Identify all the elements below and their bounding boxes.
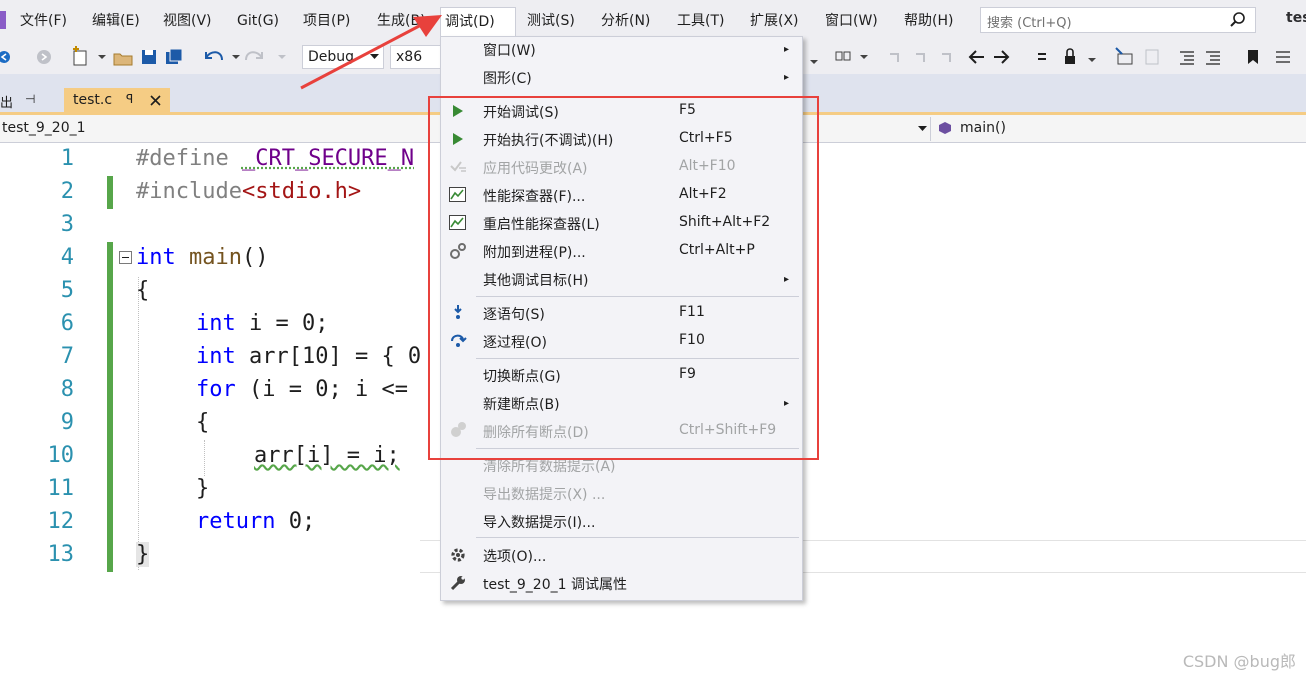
line-number: 8 xyxy=(30,377,74,402)
method-cube-icon xyxy=(938,121,952,135)
code-line-5: { xyxy=(136,278,149,303)
code-line-7: int arr[10] = { 0 xyxy=(196,344,421,369)
line-number: 5 xyxy=(30,278,74,303)
menu-item-import-datatips[interactable]: 导入数据提示(I)... xyxy=(483,512,595,532)
line-number: 4 xyxy=(30,245,74,270)
code-line-10: arr[i] = i; xyxy=(254,443,400,468)
scope-dropdown[interactable]: main() xyxy=(960,120,1006,136)
chevron-down-icon[interactable] xyxy=(918,126,927,132)
line-number: 12 xyxy=(30,509,74,534)
menu-tools[interactable]: 工具(T) xyxy=(673,10,728,32)
menu-item-graphics[interactable]: 图形(C) xyxy=(483,68,532,88)
code-line-4: int main() xyxy=(136,245,268,270)
line-number: 13 xyxy=(30,542,74,567)
tab-label: test.c xyxy=(73,92,112,108)
code-line-12: return 0; xyxy=(196,509,315,534)
undo-redo-icon[interactable] xyxy=(200,46,290,68)
submenu-arrow-icon: ▸ xyxy=(784,72,789,83)
annotation-arrow-icon xyxy=(295,10,455,95)
nav-divider xyxy=(930,117,931,141)
watermark: CSDN @bug郎 xyxy=(1183,648,1296,672)
search-icon xyxy=(1229,11,1247,29)
collapse-icon[interactable] xyxy=(119,251,132,264)
line-number: 11 xyxy=(30,476,74,501)
project-dropdown[interactable]: test_9_20_1 xyxy=(2,120,86,136)
change-marker xyxy=(107,176,113,209)
line-number: 10 xyxy=(30,443,74,468)
submenu-arrow-icon: ▸ xyxy=(784,44,789,55)
menu-test[interactable]: 测试(S) xyxy=(523,10,579,32)
gear-icon xyxy=(449,546,467,564)
highlight-box xyxy=(428,96,819,460)
menu-help[interactable]: 帮助(H) xyxy=(900,10,957,32)
line-number: 1 xyxy=(30,146,74,171)
code-line-2: #include<stdio.h> xyxy=(136,179,361,204)
menu-item-options[interactable]: 选项(O)... xyxy=(483,546,546,566)
line-number: 7 xyxy=(30,344,74,369)
code-line-6: int i = 0; xyxy=(196,311,328,336)
menu-file[interactable]: 文件(F) xyxy=(16,10,71,32)
line-number: 2 xyxy=(30,179,74,204)
code-line-8: for (i = 0; i <= xyxy=(196,377,408,402)
tab-pin-icon[interactable]: ꟼ xyxy=(126,92,133,106)
indent-guide xyxy=(204,440,206,476)
code-line-11: } xyxy=(196,476,209,501)
menu-view[interactable]: 视图(V) xyxy=(159,10,216,32)
tab-output-fragment[interactable]: 出 xyxy=(0,92,13,111)
open-save-icons[interactable] xyxy=(112,46,192,68)
menu-item-debug-properties[interactable]: test_9_20_1 调试属性 xyxy=(483,574,627,594)
indent-guide xyxy=(138,277,153,570)
code-line-1: #define _CRT_SECURE_N xyxy=(136,146,414,171)
solution-name-badge: tes xyxy=(1286,10,1306,26)
pin-icon[interactable]: ⊣ xyxy=(25,92,35,106)
search-placeholder: 搜索 (Ctrl+Q) xyxy=(987,12,1072,31)
menu-item-export-datatips: 导出数据提示(X) ... xyxy=(483,484,605,504)
code-line-13: } xyxy=(136,542,149,567)
new-project-icon[interactable] xyxy=(70,46,110,68)
code-line-9: { xyxy=(196,410,209,435)
menu-edit[interactable]: 编辑(E) xyxy=(88,10,144,32)
line-number: 6 xyxy=(30,311,74,336)
vs-logo-icon xyxy=(0,11,6,29)
menu-extensions[interactable]: 扩展(X) xyxy=(746,10,803,32)
change-marker xyxy=(107,242,113,572)
close-icon[interactable] xyxy=(150,95,161,106)
navigate-back-forward-icon[interactable] xyxy=(0,46,60,68)
menu-item-window[interactable]: 窗口(W) xyxy=(483,40,536,60)
line-number: 9 xyxy=(30,410,74,435)
line-number: 3 xyxy=(30,212,74,237)
menu-analyze[interactable]: 分析(N) xyxy=(597,10,654,32)
menu-window[interactable]: 窗口(W) xyxy=(821,10,882,32)
debug-toolbar-icons[interactable] xyxy=(806,46,1306,68)
tab-test-c[interactable]: test.c ꟼ xyxy=(64,88,170,113)
menu-separator xyxy=(476,537,799,538)
menu-git[interactable]: Git(G) xyxy=(233,10,283,32)
wrench-icon xyxy=(449,574,467,592)
search-box[interactable]: 搜索 (Ctrl+Q) xyxy=(980,7,1256,33)
